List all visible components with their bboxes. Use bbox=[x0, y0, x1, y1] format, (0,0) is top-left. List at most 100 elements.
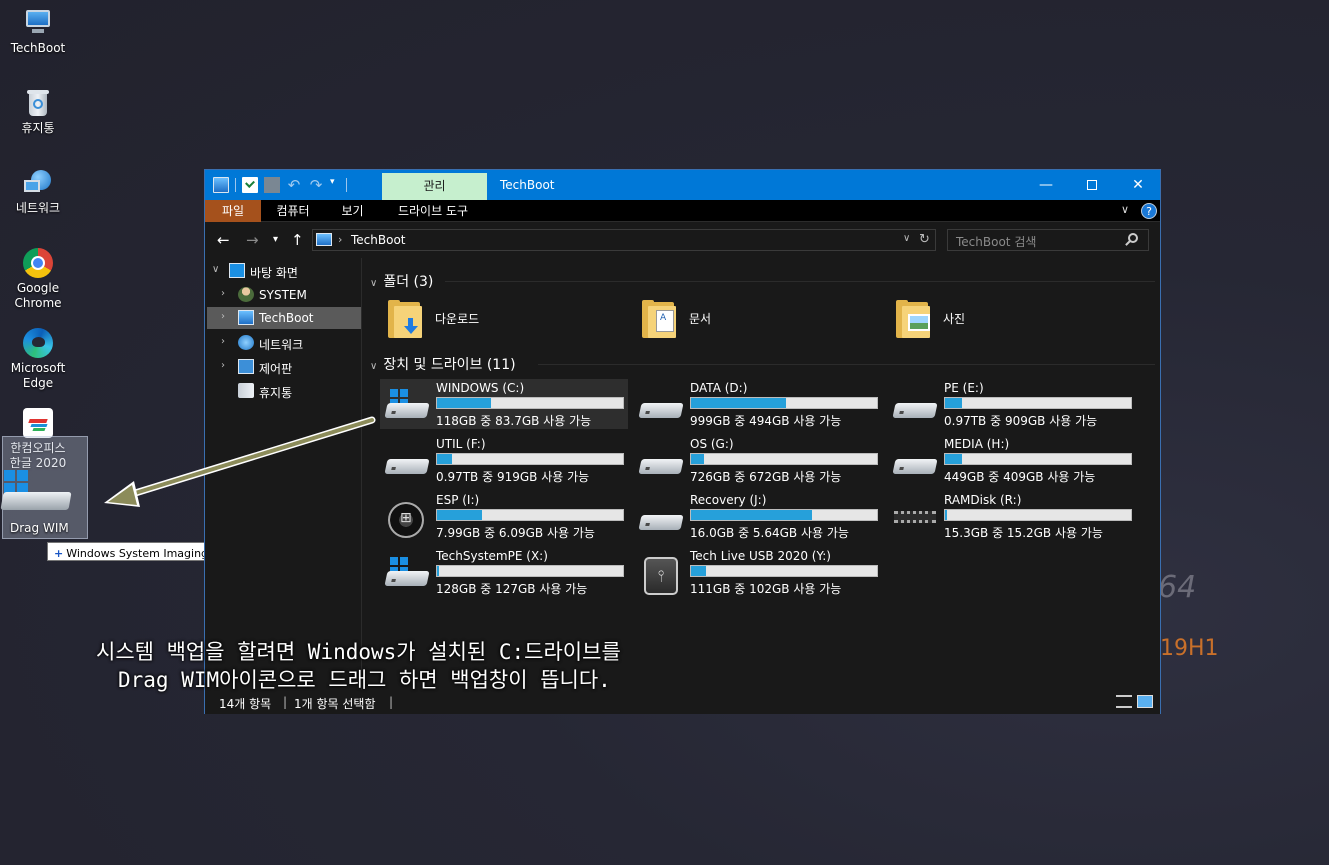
drive-usage-bar bbox=[944, 397, 1132, 409]
refresh-icon[interactable]: ↻ bbox=[919, 232, 930, 247]
nav-item-recycle-bin[interactable]: 휴지통 bbox=[205, 380, 362, 402]
folder-documents[interactable]: 문서 bbox=[634, 298, 874, 342]
address-dropdown-icon[interactable]: ∨ bbox=[903, 233, 910, 244]
nav-item-label: TechBoot bbox=[259, 311, 314, 325]
breadcrumb[interactable]: TechBoot bbox=[351, 233, 406, 247]
computer-icon[interactable] bbox=[213, 177, 229, 193]
folder-label: 다운로드 bbox=[435, 312, 480, 326]
address-bar[interactable]: › TechBoot ∨ ↻ bbox=[312, 229, 936, 251]
nav-item-network[interactable]: › 네트워크 bbox=[205, 332, 362, 354]
drive-e[interactable]: PE (E:) 0.97TB 중 909GB 사용 가능 bbox=[888, 379, 1136, 429]
desktop-icon-label: Microsoft Edge bbox=[10, 361, 66, 390]
drive-label: PE (E:) bbox=[944, 381, 984, 395]
maximize-button[interactable] bbox=[1069, 170, 1115, 200]
computer-icon bbox=[23, 8, 53, 38]
drive-free-space: 16.0GB 중 5.64GB 사용 가능 bbox=[690, 526, 849, 540]
desktop-icon-edge[interactable]: Microsoft Edge bbox=[0, 328, 76, 391]
chevron-right-icon[interactable]: › bbox=[221, 336, 225, 347]
nav-item-label: 휴지통 bbox=[259, 386, 293, 400]
content-pane: ∨ 폴더 (3) 다운로드 문서 사진 ∨ 장치 및 드라이브 (11) bbox=[370, 258, 1160, 690]
desktop-icon-techboot[interactable]: TechBoot bbox=[0, 8, 76, 56]
drive-i[interactable]: ESP (I:) 7.99GB 중 6.09GB 사용 가능 bbox=[380, 491, 628, 541]
search-input[interactable]: TechBoot 검색 bbox=[947, 229, 1149, 251]
annotation-line-1: 시스템 백업을 할려면 Windows가 설치된 C:드라이브를 bbox=[96, 640, 621, 664]
documents-folder-icon bbox=[642, 300, 676, 338]
back-button[interactable]: ← bbox=[217, 231, 230, 249]
drive-y[interactable]: ⫯ Tech Live USB 2020 (Y:) 111GB 중 102GB … bbox=[634, 547, 882, 597]
drive-r[interactable]: RAMDisk (R:) 15.3GB 중 15.2GB 사용 가능 bbox=[888, 491, 1136, 541]
help-icon[interactable]: ? bbox=[1141, 203, 1157, 219]
drive-h[interactable]: MEDIA (H:) 449GB 중 409GB 사용 가능 bbox=[888, 435, 1136, 485]
pictures-folder-icon bbox=[896, 300, 930, 338]
folder-pictures[interactable]: 사진 bbox=[888, 298, 1128, 342]
search-icon[interactable] bbox=[1128, 233, 1138, 243]
hard-drive-icon bbox=[638, 445, 684, 479]
drive-label: UTIL (F:) bbox=[436, 437, 486, 451]
group-header-folders[interactable]: ∨ 폴더 (3) bbox=[370, 271, 433, 291]
title-bar[interactable]: ↶ ↷ ▾ 관리 TechBoot — ✕ bbox=[205, 170, 1160, 200]
chevron-down-icon[interactable]: ∨ bbox=[370, 361, 377, 372]
chevron-right-icon[interactable]: › bbox=[221, 288, 225, 299]
drive-j[interactable]: Recovery (J:) 16.0GB 중 5.64GB 사용 가능 bbox=[634, 491, 882, 541]
up-button[interactable]: ↑ bbox=[291, 231, 304, 249]
customize-dropdown-icon[interactable]: ▾ bbox=[330, 177, 340, 193]
quick-access-toolbar: ↶ ↷ ▾ bbox=[213, 177, 347, 193]
large-icons-view-icon[interactable] bbox=[1137, 695, 1153, 708]
tab-drive-tools[interactable]: 드라이브 도구 bbox=[380, 200, 486, 222]
windows-drive-icon bbox=[384, 389, 430, 423]
drive-c[interactable]: WINDOWS (C:) 118GB 중 83.7GB 사용 가능 bbox=[380, 379, 628, 429]
windows-logo-icon bbox=[4, 470, 28, 494]
nav-item-techboot[interactable]: › TechBoot bbox=[207, 307, 361, 329]
annotation-line-2: Drag WIM아이콘으로 드래그 하면 백업창이 뜹니다. bbox=[118, 668, 611, 692]
drive-f[interactable]: UTIL (F:) 0.97TB 중 919GB 사용 가능 bbox=[380, 435, 628, 485]
details-view-icon[interactable] bbox=[1116, 695, 1132, 708]
chevron-right-icon[interactable]: › bbox=[221, 360, 225, 371]
drive-free-space: 0.97TB 중 909GB 사용 가능 bbox=[944, 414, 1098, 428]
drive-x[interactable]: TechSystemPE (X:) 128GB 중 127GB 사용 가능 bbox=[380, 547, 628, 597]
tab-file[interactable]: 파일 bbox=[205, 200, 261, 222]
drive-free-space: 15.3GB 중 15.2GB 사용 가능 bbox=[944, 526, 1103, 540]
nav-item-control-panel[interactable]: › 제어판 bbox=[205, 356, 362, 378]
folder-downloads[interactable]: 다운로드 bbox=[380, 298, 620, 342]
recent-locations-button[interactable]: ▾ bbox=[273, 234, 278, 245]
folder-label: 사진 bbox=[943, 312, 966, 326]
forward-button[interactable]: → bbox=[246, 231, 259, 249]
breadcrumb-chevron-icon[interactable]: › bbox=[338, 233, 342, 246]
tab-manage[interactable]: 관리 bbox=[382, 173, 487, 200]
expand-ribbon-icon[interactable]: ∨ bbox=[1121, 203, 1129, 216]
redo-icon[interactable]: ↷ bbox=[308, 177, 324, 193]
nav-item-system[interactable]: › SYSTEM bbox=[205, 284, 362, 306]
drive-usage-bar bbox=[690, 453, 878, 465]
minimize-button[interactable]: — bbox=[1023, 170, 1069, 200]
chevron-down-icon[interactable]: ∨ bbox=[212, 264, 219, 275]
desktop-icon-label: 휴지통 bbox=[21, 121, 55, 135]
optical-disc-icon bbox=[386, 501, 430, 538]
drive-usage-bar bbox=[436, 397, 624, 409]
drive-usage-bar bbox=[690, 397, 878, 409]
drive-d[interactable]: DATA (D:) 999GB 중 494GB 사용 가능 bbox=[634, 379, 882, 429]
explorer-window[interactable]: ↶ ↷ ▾ 관리 TechBoot — ✕ 파일 컴퓨터 보기 드라이브 도구 … bbox=[204, 169, 1161, 714]
desktop-icon-chrome[interactable]: Google Chrome bbox=[0, 248, 76, 311]
selection-count: 1개 항목 선택함 bbox=[294, 697, 376, 711]
drive-usage-bar bbox=[436, 453, 624, 465]
drive-g[interactable]: OS (G:) 726GB 중 672GB 사용 가능 bbox=[634, 435, 882, 485]
new-folder-icon[interactable] bbox=[264, 177, 280, 193]
downloads-folder-icon bbox=[388, 300, 422, 338]
close-button[interactable]: ✕ bbox=[1115, 170, 1161, 200]
group-header-drives[interactable]: ∨ 장치 및 드라이브 (11) bbox=[370, 354, 516, 374]
chevron-down-icon[interactable]: ∨ bbox=[370, 278, 377, 289]
desktop-icon-recycle-bin[interactable]: 휴지통 bbox=[0, 88, 76, 136]
undo-icon[interactable]: ↶ bbox=[286, 177, 302, 193]
windows-drive-icon bbox=[384, 557, 430, 591]
desktop-icon-network[interactable]: 네트워크 bbox=[0, 168, 76, 216]
chevron-right-icon[interactable]: › bbox=[221, 311, 225, 322]
drive-free-space: 0.97TB 중 919GB 사용 가능 bbox=[436, 470, 590, 484]
tab-view[interactable]: 보기 bbox=[325, 200, 380, 222]
nav-item-desktop[interactable]: ∨ 바탕 화면 bbox=[205, 260, 362, 282]
tab-computer[interactable]: 컴퓨터 bbox=[261, 200, 325, 222]
recycle-bin-icon bbox=[238, 383, 254, 398]
drive-free-space: 726GB 중 672GB 사용 가능 bbox=[690, 470, 842, 484]
drag-wim-label: Drag WIM bbox=[10, 521, 69, 535]
search-placeholder: TechBoot 검색 bbox=[956, 235, 1037, 249]
properties-icon[interactable] bbox=[242, 177, 258, 193]
